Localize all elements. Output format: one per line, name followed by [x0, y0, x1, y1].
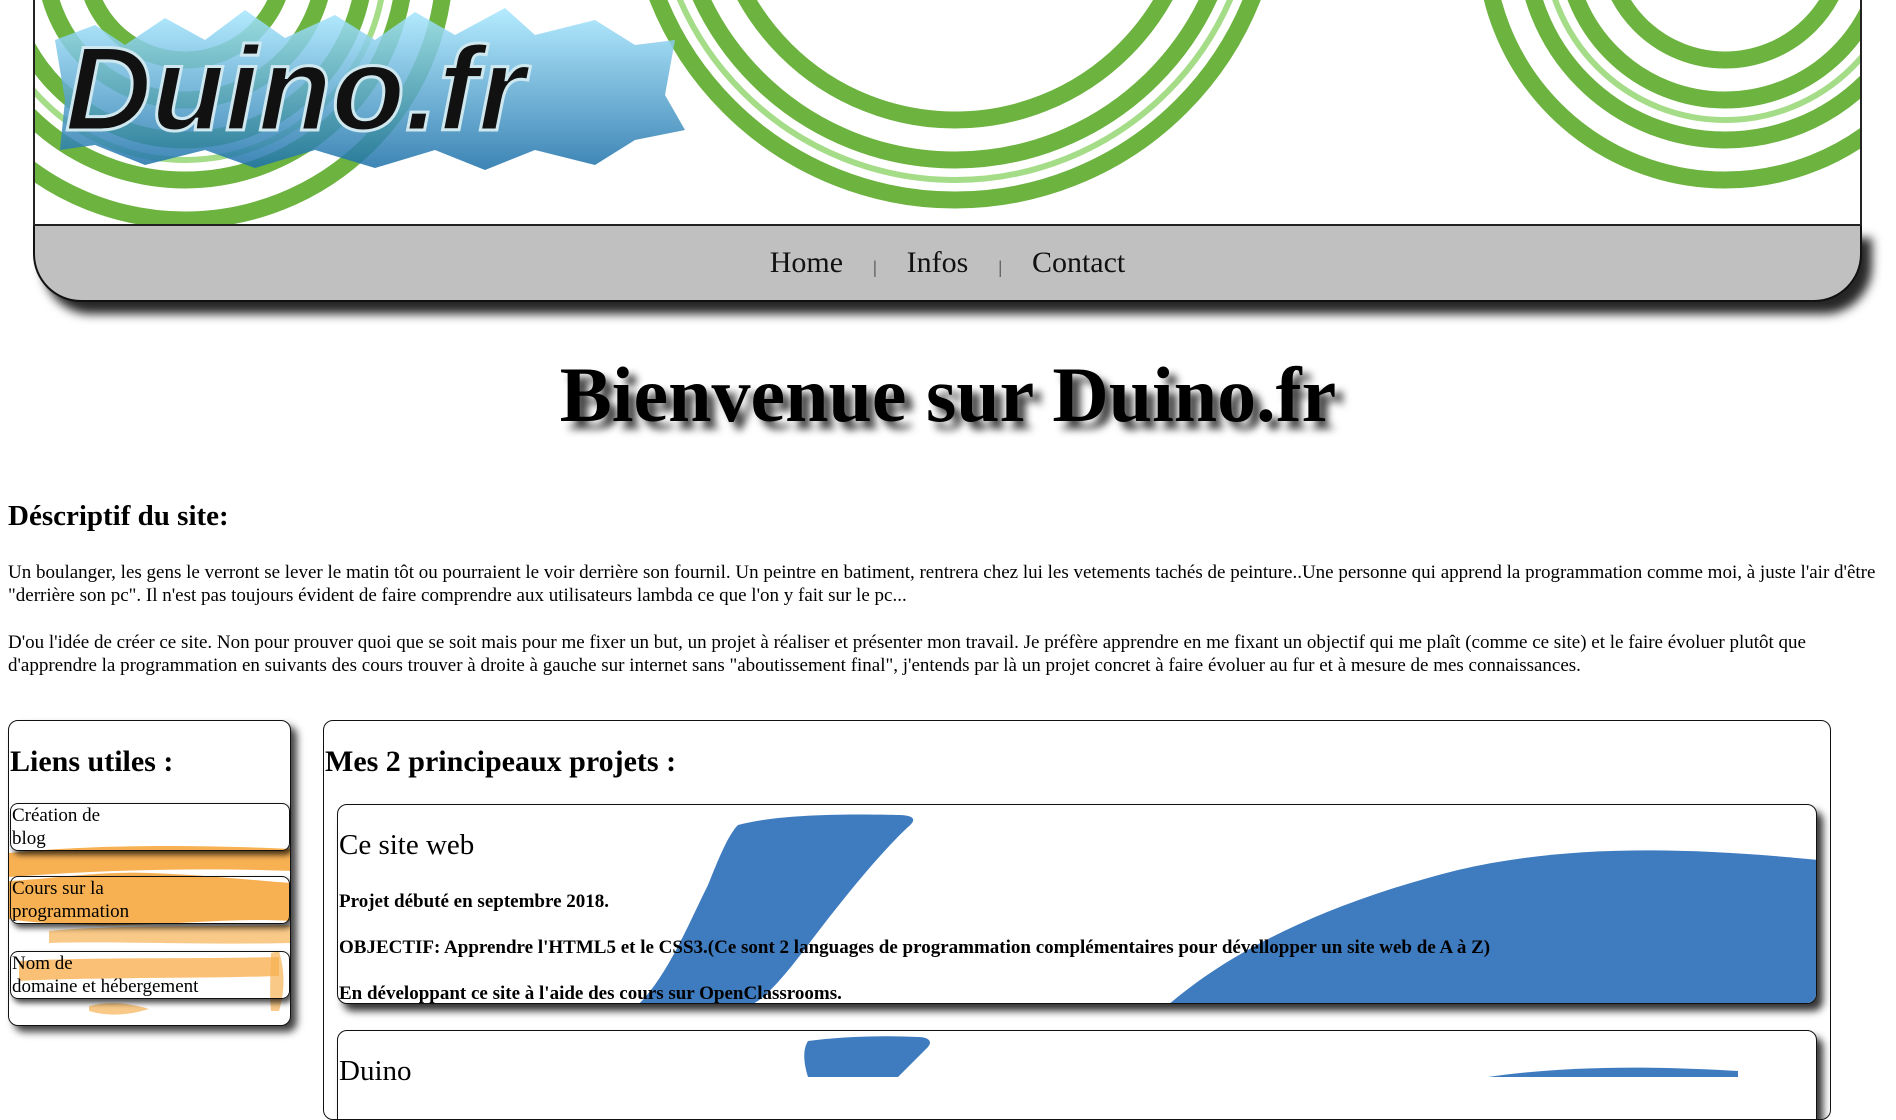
project-detail: OBJECTIF: Apprendre l'HTML5 et le CSS3.(…	[339, 937, 1491, 958]
link-blog-creation[interactable]: Création de blog	[10, 803, 290, 851]
project-card: Duino	[337, 1030, 1817, 1119]
project-name: Ce site web	[339, 829, 475, 861]
projects-title: Mes 2 principeaux projets :	[325, 745, 677, 778]
projects-panel: Mes 2 principeaux projets : Ce site web …	[323, 720, 1831, 1120]
nav-home-link[interactable]: Home	[740, 246, 873, 280]
description-paragraph: D'ou l'idée de créer ce site. Non pour p…	[8, 632, 1806, 676]
header-banner: Duino.fr	[33, 0, 1862, 226]
link-label: Cours sur la programmation	[12, 878, 130, 922]
duino-logo: Duino.fr	[55, 8, 685, 170]
project-detail: Projet débuté en septembre 2018.	[339, 891, 609, 912]
description-heading: Déscriptif du site:	[8, 500, 229, 532]
link-programming-courses[interactable]: Cours sur la programmation	[10, 876, 290, 924]
page-title: Bienvenue sur Duino.fr	[559, 351, 1337, 438]
link-label: Création de blog	[12, 805, 101, 849]
useful-links-panel: Liens utiles : Création de blog Cours sur…	[8, 720, 291, 1026]
main-navigation: Home | Infos | Contact	[33, 226, 1862, 302]
svg-text:Duino.fr: Duino.fr	[65, 22, 531, 156]
project-detail: En développant ce site à l'aide des cour…	[339, 983, 842, 1004]
nav-infos-link[interactable]: Infos	[877, 246, 999, 280]
nav-contact-link[interactable]: Contact	[1002, 246, 1155, 280]
project-name: Duino	[339, 1055, 412, 1087]
project-card: Ce site web Projet débuté en septembre 2…	[337, 804, 1817, 1004]
blue-brush-decoration	[804, 1036, 1738, 1077]
description-paragraph: Un boulanger, les gens le verront se lev…	[8, 562, 1876, 606]
link-label: Nom de domaine et hébergement	[12, 953, 199, 997]
link-domain-hosting[interactable]: Nom de domaine et hébergement	[10, 951, 290, 999]
useful-links-title: Liens utiles :	[10, 745, 174, 778]
